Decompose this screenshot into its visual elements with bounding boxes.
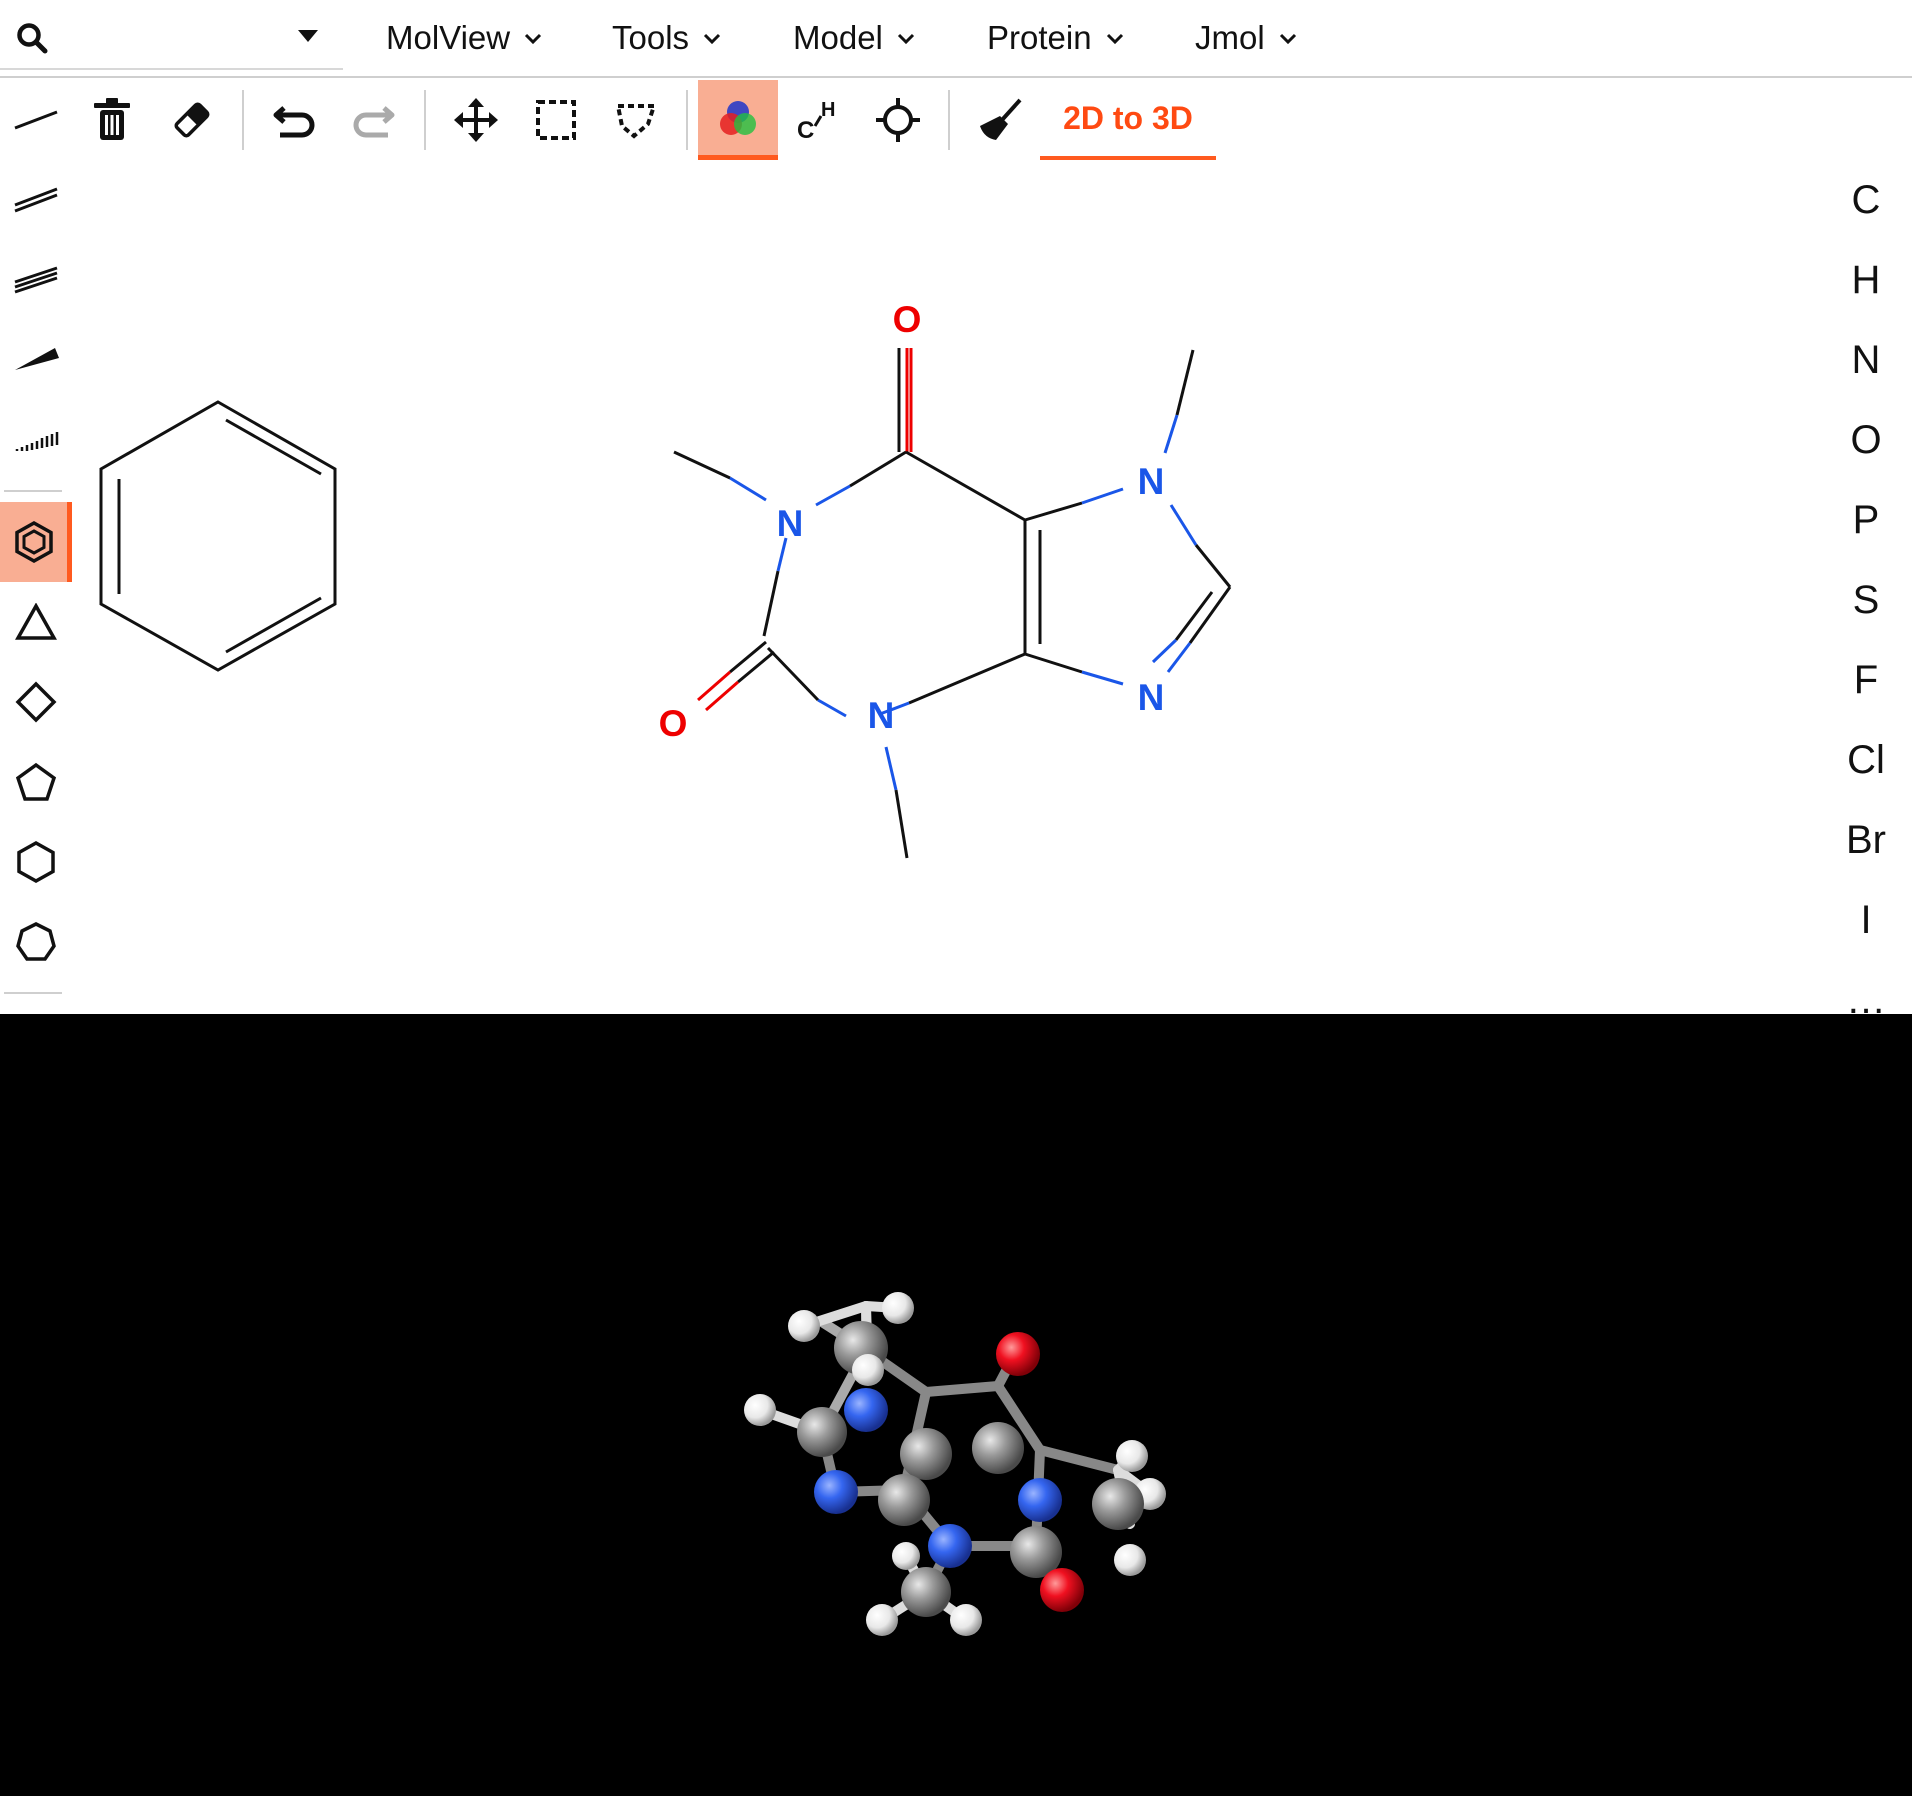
toolbar-divider xyxy=(686,90,688,150)
menu-label: Protein xyxy=(987,19,1092,56)
menubar: MolView Tools Model Protein Jmol xyxy=(0,0,1912,78)
lasso-select-button[interactable] xyxy=(596,80,676,160)
toolbar-divider xyxy=(242,90,244,150)
element-br[interactable]: Br xyxy=(1820,800,1912,880)
sketcher-panel: O O N N N N MolView Tools Model Protein … xyxy=(0,0,1912,1014)
wedge-bond-icon xyxy=(15,348,59,370)
rect-select-button[interactable] xyxy=(516,80,596,160)
chevron-down-icon xyxy=(1279,33,1296,45)
triple-bond-button[interactable] xyxy=(0,240,72,320)
eraser-icon xyxy=(174,102,210,138)
left-toolbar xyxy=(0,80,72,1014)
menu-tools[interactable]: Tools xyxy=(612,0,721,76)
undo-button[interactable] xyxy=(254,80,334,160)
color-mode-button[interactable] xyxy=(698,80,778,160)
toolbar-divider xyxy=(4,490,62,492)
menu-label: Model xyxy=(793,19,883,56)
skeletal-icon: C H xyxy=(797,99,835,142)
search-icon[interactable] xyxy=(16,22,48,54)
element-p[interactable]: P xyxy=(1820,480,1912,560)
benzene-button[interactable] xyxy=(0,502,72,582)
cyclopentane-button[interactable] xyxy=(0,742,72,822)
search-input[interactable] xyxy=(0,0,343,70)
cyclobutane-button[interactable] xyxy=(0,662,72,742)
clean-button[interactable] xyxy=(960,80,1040,160)
atom-label-oxygen[interactable]: O xyxy=(893,299,922,340)
hexagon-icon xyxy=(17,840,55,884)
caret-down-icon[interactable] xyxy=(298,30,318,44)
element-n[interactable]: N xyxy=(1820,320,1912,400)
crosshair-icon xyxy=(876,98,920,142)
element-f[interactable]: F xyxy=(1820,640,1912,720)
3d-model[interactable] xyxy=(0,1014,1912,1796)
svg-text:H: H xyxy=(821,99,835,121)
chevron-down-icon xyxy=(897,33,914,45)
element-i[interactable]: I xyxy=(1820,880,1912,960)
single-bond-button[interactable] xyxy=(0,80,72,160)
menu-label: Tools xyxy=(612,19,690,56)
double-bond-icon xyxy=(14,187,58,213)
atom-label-nitrogen[interactable]: N xyxy=(777,503,804,544)
hash-bond-icon xyxy=(15,432,59,451)
menu-protein[interactable]: Protein xyxy=(987,0,1124,76)
trash-icon xyxy=(94,98,130,140)
menu-label: Jmol xyxy=(1195,19,1265,56)
color-mode-icon xyxy=(720,100,756,135)
redo-icon xyxy=(353,106,395,138)
chevron-down-icon xyxy=(1106,33,1123,45)
chevron-down-icon xyxy=(525,33,542,45)
atom-label-nitrogen[interactable]: N xyxy=(1138,677,1165,718)
cyclohexane-button[interactable] xyxy=(0,822,72,902)
atom-label-oxygen[interactable]: O xyxy=(659,703,688,744)
broom-icon xyxy=(980,98,1022,140)
toolbar-divider xyxy=(424,90,426,150)
triangle-icon xyxy=(15,603,57,640)
single-bond-icon xyxy=(14,110,58,130)
double-bond-button[interactable] xyxy=(0,160,72,240)
move-icon xyxy=(454,98,498,142)
cyclopropane-button[interactable] xyxy=(0,582,72,662)
2d-to-3d-button[interactable]: 2D to 3D xyxy=(1040,80,1216,160)
benzene-icon xyxy=(14,520,53,564)
element-c[interactable]: C xyxy=(1820,160,1912,240)
cycloheptane-button[interactable] xyxy=(0,902,72,982)
chevron-down-icon xyxy=(703,33,721,45)
clear-all-button[interactable] xyxy=(72,80,152,160)
triple-bond-icon xyxy=(14,266,58,294)
menu-label: MolView xyxy=(386,19,511,56)
toolbar-divider xyxy=(948,90,950,150)
atom-label-nitrogen[interactable]: N xyxy=(1138,461,1165,502)
caffeine-molecule[interactable] xyxy=(673,348,1232,859)
wedge-bond-button[interactable] xyxy=(0,320,72,400)
element-h[interactable]: H xyxy=(1820,240,1912,320)
redo-button[interactable] xyxy=(334,80,414,160)
undo-icon xyxy=(273,106,315,138)
menu-jmol[interactable]: Jmol xyxy=(1195,0,1297,76)
heptagon-icon xyxy=(16,922,56,961)
center-button[interactable] xyxy=(858,80,938,160)
menu-model[interactable]: Model xyxy=(793,0,915,76)
element-more[interactable]: … xyxy=(1820,960,1912,1015)
pentagon-icon xyxy=(15,762,57,801)
benzene-ring[interactable] xyxy=(99,400,337,672)
rect-select-icon xyxy=(536,100,576,140)
atom-label-nitrogen[interactable]: N xyxy=(868,695,895,736)
lasso-icon xyxy=(615,104,657,139)
element-o[interactable]: O xyxy=(1820,400,1912,480)
svg-text:C: C xyxy=(797,117,814,142)
element-s[interactable]: S xyxy=(1820,560,1912,640)
square-icon xyxy=(15,681,57,723)
hash-bond-button[interactable] xyxy=(0,400,72,480)
top-toolbar: C H 2D to 3D xyxy=(0,80,1300,164)
menu-molview[interactable]: MolView xyxy=(386,0,542,76)
toolbar-divider xyxy=(4,992,62,994)
skeletal-display-button[interactable]: C H xyxy=(778,80,858,160)
3d-viewer[interactable] xyxy=(0,1014,1912,1796)
drag-button[interactable] xyxy=(436,80,516,160)
element-cl[interactable]: Cl xyxy=(1820,720,1912,800)
eraser-button[interactable] xyxy=(152,80,232,160)
